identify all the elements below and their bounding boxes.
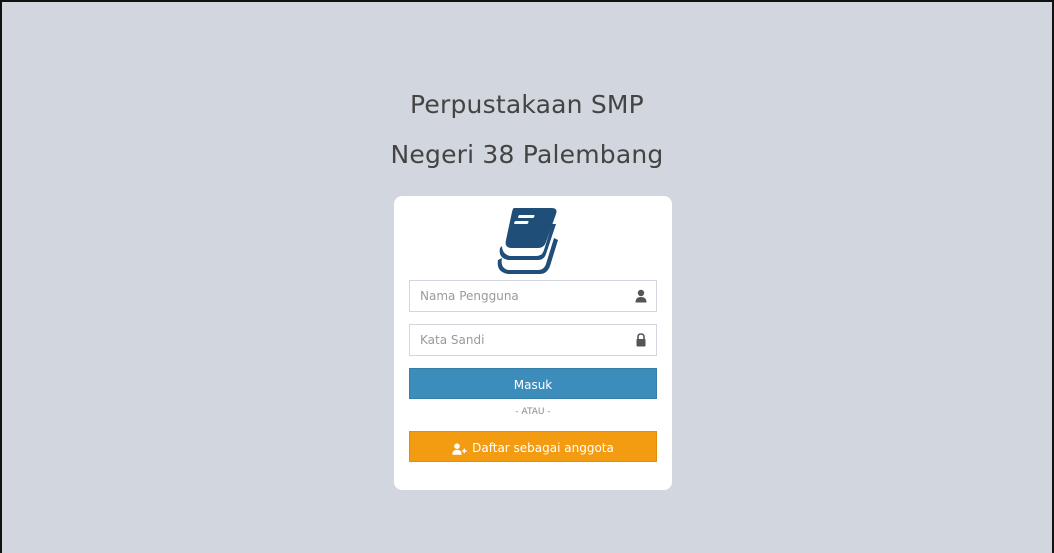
separator-text: - ATAU - [515, 407, 551, 417]
login-box: Masuk - ATAU - Daftar sebagai anggota [394, 196, 672, 490]
page-title-line-2: Negeri 38 Palembang [390, 140, 664, 169]
user-plus-icon [452, 442, 467, 455]
register-button[interactable]: Daftar sebagai anggota [409, 431, 657, 462]
page-background: Perpustakaan SMP Negeri 38 Palembang Nam… [0, 0, 1054, 553]
register-button-label: Daftar sebagai anggota [472, 441, 614, 455]
user-icon [635, 289, 647, 303]
login-button-label: Masuk [513, 378, 553, 392]
password-input[interactable] [410, 325, 625, 355]
login-button[interactable]: Masuk [409, 368, 657, 399]
username-input[interactable] [410, 281, 625, 311]
password-field [409, 324, 657, 356]
book-stack-icon [497, 208, 558, 274]
page-title-line-1: Perpustakaan SMP [410, 90, 644, 119]
username-field [409, 280, 657, 312]
lock-icon [636, 333, 646, 347]
